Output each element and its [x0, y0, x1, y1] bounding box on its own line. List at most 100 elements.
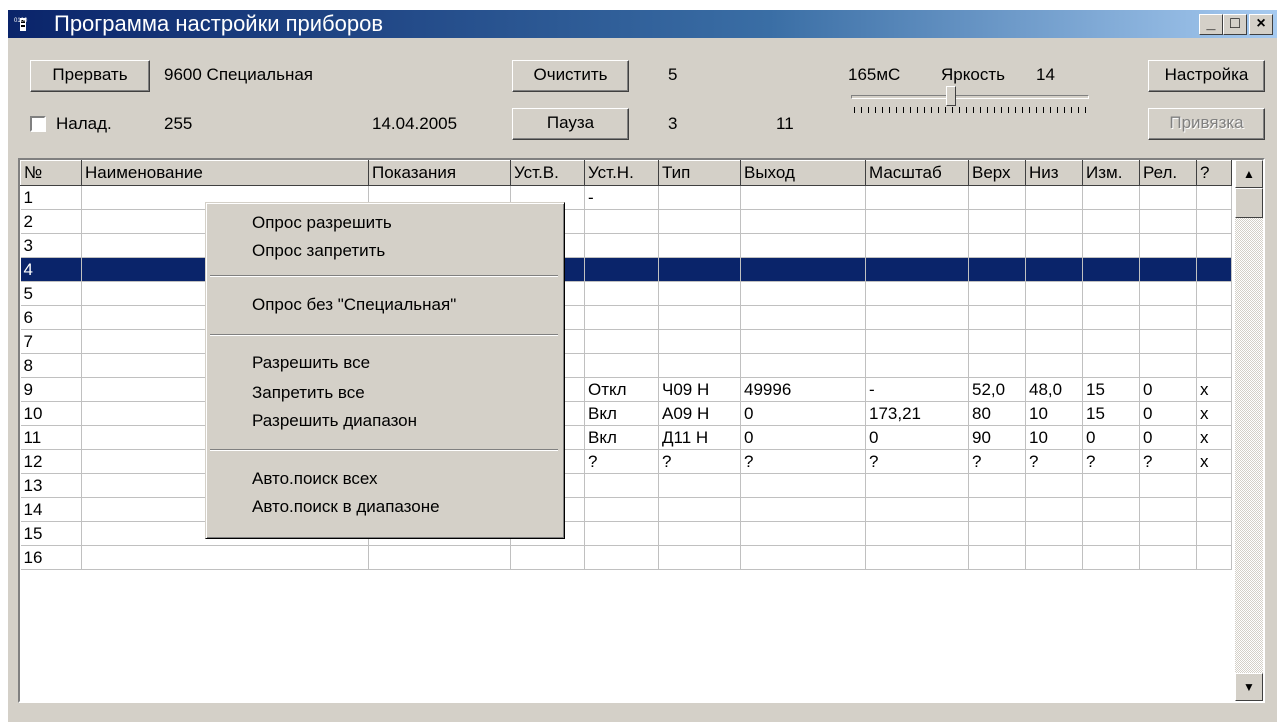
table-cell	[1025, 185, 1083, 210]
column-header[interactable]: №	[20, 160, 82, 186]
table-cell: 0	[865, 425, 969, 450]
table-row[interactable]: 7	[20, 329, 1232, 354]
scroll-down-icon[interactable]: ▼	[1235, 673, 1263, 701]
table-cell	[584, 233, 659, 258]
brightness-slider-track[interactable]	[851, 95, 1089, 99]
close-button[interactable]: ×	[1249, 14, 1273, 35]
table-cell: 0	[1139, 425, 1197, 450]
table-row[interactable]: 4	[20, 257, 1232, 282]
clear-button[interactable]: Очистить	[512, 60, 629, 92]
table-cell: 15	[1082, 401, 1140, 426]
table-cell: 9	[20, 377, 82, 402]
table-cell	[865, 353, 969, 378]
column-header[interactable]: Масштаб	[865, 160, 969, 186]
menu-item-poll-enable[interactable]: Опрос разрешить	[252, 211, 392, 235]
table-cell	[1196, 497, 1232, 522]
brightness-slider-thumb[interactable]	[946, 86, 956, 106]
table-cell	[1082, 209, 1140, 234]
column-header[interactable]: Уст.В.	[510, 160, 585, 186]
table-cell: Откл	[584, 377, 659, 402]
table-cell: 12	[20, 449, 82, 474]
stop-button[interactable]: Прервать	[30, 60, 150, 92]
menu-item-enable-range[interactable]: Разрешить диапазон	[252, 409, 417, 433]
table-row[interactable]: 6	[20, 305, 1232, 330]
column-header[interactable]: Верх	[968, 160, 1026, 186]
debug-checkbox[interactable]	[30, 116, 46, 132]
table-cell	[1082, 305, 1140, 330]
table-row[interactable]: 110,00ОтклВклД11 Н00901000x	[20, 425, 1232, 450]
table-row[interactable]: 5	[20, 281, 1232, 306]
table-row[interactable]: 8	[20, 353, 1232, 378]
brightness-slider-ticks	[854, 107, 1086, 113]
column-header[interactable]: Рел.	[1139, 160, 1197, 186]
column-header[interactable]: Изм.	[1082, 160, 1140, 186]
table-cell: 10	[1025, 401, 1083, 426]
column-header[interactable]: Показания	[368, 160, 511, 186]
menu-item-disable-all[interactable]: Запретить все	[252, 381, 365, 405]
table-cell	[865, 305, 969, 330]
table-cell: 10	[1025, 425, 1083, 450]
table-row[interactable]: 10лВклА09 Н0173,218010150x	[20, 401, 1232, 426]
table-cell: 90	[968, 425, 1026, 450]
table-cell	[584, 281, 659, 306]
table-row[interactable]: 3	[20, 233, 1232, 258]
table-cell	[584, 209, 659, 234]
table-row[interactable]: 15	[20, 521, 1232, 546]
title-bar[interactable]: 0100 Программа настройки приборов _ □ ×	[8, 10, 1277, 38]
table-cell	[740, 257, 866, 282]
table-cell	[584, 329, 659, 354]
maximize-button[interactable]: □	[1223, 14, 1247, 35]
menu-item-enable-all[interactable]: Разрешить все	[252, 351, 370, 375]
brightness-label: Яркость	[941, 65, 1005, 84]
table-cell	[1139, 233, 1197, 258]
table-cell: 49996	[740, 377, 866, 402]
column-header[interactable]: Выход	[740, 160, 866, 186]
table-row[interactable]: 2	[20, 209, 1232, 234]
settings-button[interactable]: Настройка	[1148, 60, 1265, 92]
menu-item-autosearch-all[interactable]: Авто.поиск всех	[252, 467, 378, 491]
menu-separator	[210, 449, 558, 451]
table-cell: 0	[740, 401, 866, 426]
table-cell	[658, 281, 741, 306]
table-cell	[865, 473, 969, 498]
table-cell	[1025, 281, 1083, 306]
table-cell	[658, 185, 741, 210]
menu-item-poll-disable[interactable]: Опрос запретить	[252, 239, 385, 263]
column-header[interactable]: Низ	[1025, 160, 1083, 186]
table-cell: 10	[20, 401, 82, 426]
count-1: 5	[668, 65, 678, 84]
column-header[interactable]: Тип	[658, 160, 741, 186]
table-row[interactable]: 13	[20, 473, 1232, 498]
table-row[interactable]: 14	[20, 497, 1232, 522]
menu-item-poll-without-special[interactable]: Опрос без "Специальная"	[252, 293, 456, 317]
table-cell	[1139, 329, 1197, 354]
table-cell	[968, 233, 1026, 258]
table-row[interactable]: 9лОтклЧ09 Н49996-52,048,0150x	[20, 377, 1232, 402]
table-cell	[968, 209, 1026, 234]
table-cell	[968, 329, 1026, 354]
vertical-scrollbar[interactable]: ▲ ▼	[1235, 160, 1263, 701]
scroll-thumb[interactable]	[1235, 188, 1263, 218]
table-cell	[865, 521, 969, 546]
column-header[interactable]: Уст.Н.	[584, 160, 659, 186]
table-row[interactable]: 16	[20, 545, 1232, 570]
table-cell	[584, 257, 659, 282]
table-cell: ?	[584, 449, 659, 474]
minimize-button[interactable]: _	[1199, 14, 1223, 35]
menu-separator	[210, 275, 558, 277]
menu-item-autosearch-range[interactable]: Авто.поиск в диапазоне	[252, 495, 440, 519]
table-cell: 15	[20, 521, 82, 546]
table-row[interactable]: 12??????????x	[20, 449, 1232, 474]
column-header[interactable]: Наименование	[81, 160, 369, 186]
table-cell	[1196, 257, 1232, 282]
table-cell	[1196, 521, 1232, 546]
table-cell	[865, 257, 969, 282]
column-header[interactable]: ?	[1196, 160, 1232, 186]
pause-button[interactable]: Пауза	[512, 108, 629, 140]
table-row[interactable]: 1-	[20, 185, 1232, 210]
menu-separator	[210, 334, 558, 336]
bind-button: Привязка	[1148, 108, 1265, 140]
scroll-up-icon[interactable]: ▲	[1235, 160, 1263, 188]
svg-text:0100: 0100	[14, 18, 28, 24]
table-cell	[1025, 233, 1083, 258]
